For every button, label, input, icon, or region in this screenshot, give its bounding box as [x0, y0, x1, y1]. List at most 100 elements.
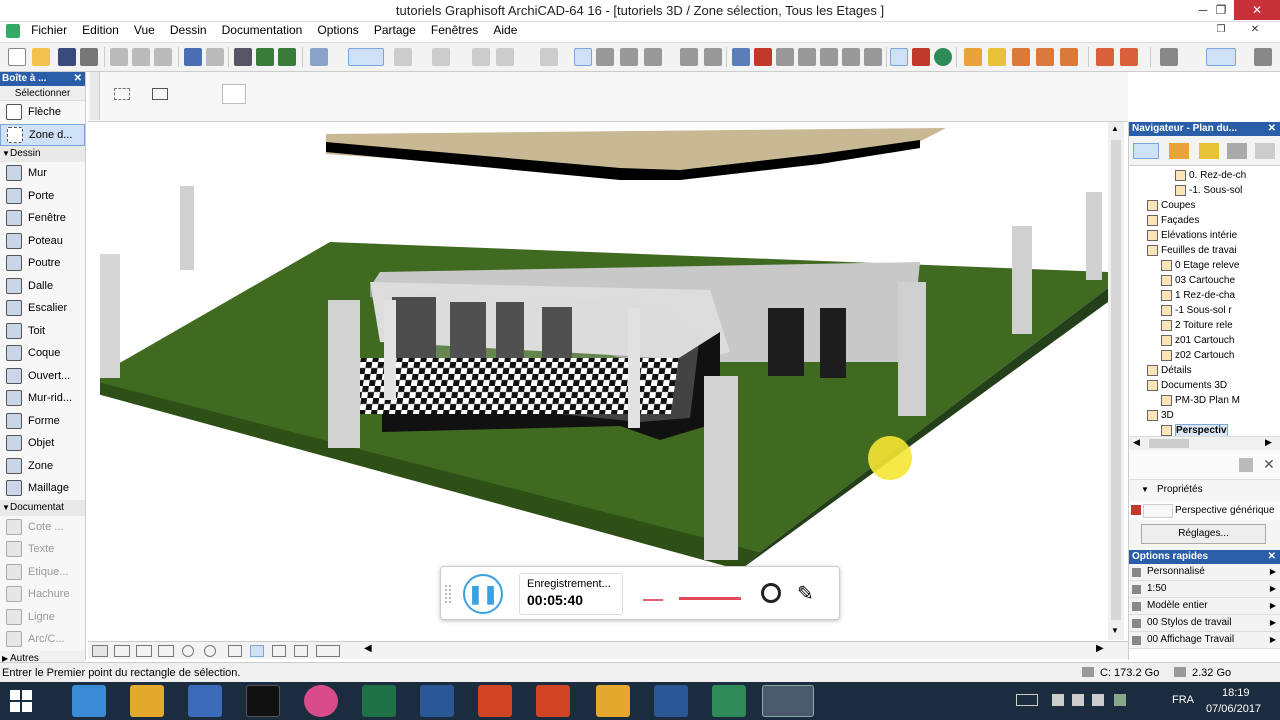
- selection-mode-icon[interactable]: [574, 48, 592, 66]
- section-documentation[interactable]: ▼ Documentat: [0, 499, 85, 516]
- tool-morph[interactable]: Forme: [0, 410, 85, 433]
- language-indicator[interactable]: FRA: [1172, 694, 1194, 706]
- project-map-tab-icon[interactable]: [1133, 143, 1159, 159]
- menu-partage[interactable]: Partage: [368, 22, 422, 38]
- media-icon[interactable]: [654, 685, 688, 717]
- keyboard-icon[interactable]: [1016, 694, 1038, 706]
- folder-icon[interactable]: [596, 685, 630, 717]
- quick-option-row[interactable]: 00 Affichage Travail ▶: [1129, 632, 1280, 649]
- publisher-icon[interactable]: [1096, 48, 1114, 66]
- paint-icon[interactable]: [304, 685, 338, 717]
- tool-stair[interactable]: Escalier: [0, 297, 85, 320]
- ungroup-icon[interactable]: [496, 48, 514, 66]
- nav-tree-item[interactable]: Perspectiv: [1129, 423, 1280, 436]
- scroll-up-icon[interactable]: ▲: [1111, 124, 1119, 133]
- marquee-options-button[interactable]: [222, 84, 246, 104]
- 3d-viewport[interactable]: [100, 122, 1108, 640]
- tool-wall[interactable]: Mur: [0, 162, 85, 185]
- tool-zone[interactable]: Zone: [0, 455, 85, 478]
- zoom-out-icon[interactable]: [204, 645, 216, 657]
- intersect-icon[interactable]: [620, 48, 638, 66]
- find-select-icon[interactable]: [234, 48, 252, 66]
- scroll-right-icon[interactable]: ▶: [1096, 643, 1104, 654]
- close-icon[interactable]: ✕: [1268, 550, 1276, 564]
- properties-header[interactable]: ▼ Propriétés: [1129, 480, 1280, 502]
- paste-icon[interactable]: [154, 48, 172, 66]
- tool-shell[interactable]: Coque: [0, 342, 85, 365]
- pause-button[interactable]: ❚❚: [463, 574, 503, 614]
- pens-icon[interactable]: [1060, 48, 1078, 66]
- tool-object[interactable]: Objet: [0, 432, 85, 455]
- new-view-icon[interactable]: [1239, 458, 1253, 472]
- scroll-left-icon[interactable]: ◀: [1133, 437, 1140, 448]
- organizer-tab-icon[interactable]: [1255, 143, 1275, 159]
- archicad-task-icon[interactable]: [762, 685, 814, 717]
- mirror-icon[interactable]: [704, 48, 722, 66]
- print-icon[interactable]: [80, 48, 98, 66]
- tool-curtain-wall[interactable]: Mur-rid...: [0, 387, 85, 410]
- nav-tree-item[interactable]: 0 Etage releve: [1129, 258, 1280, 273]
- menu-fichier[interactable]: Fichier: [25, 22, 73, 38]
- stretch-icon[interactable]: [732, 48, 750, 66]
- settings-button[interactable]: Réglages...: [1141, 524, 1266, 544]
- tool-dimension[interactable]: Cote ...: [0, 516, 85, 539]
- explore-icon[interactable]: [272, 645, 286, 657]
- render-icon[interactable]: [912, 48, 930, 66]
- access-icon[interactable]: [536, 685, 570, 717]
- group-icon[interactable]: [472, 48, 490, 66]
- powerpoint-icon[interactable]: [478, 685, 512, 717]
- scroll-thumb[interactable]: [1149, 439, 1189, 448]
- archicad-icon[interactable]: [6, 24, 20, 38]
- copy-icon[interactable]: [132, 48, 150, 66]
- excel-icon[interactable]: [362, 685, 396, 717]
- ie-icon[interactable]: [72, 685, 106, 717]
- sketchup-icon[interactable]: [712, 685, 746, 717]
- nav-tree-item[interactable]: 0. Rez-de-ch: [1129, 168, 1280, 183]
- scroll-thumb[interactable]: [1111, 140, 1121, 620]
- nav-tree-item[interactable]: z01 Cartouch: [1129, 333, 1280, 348]
- guide-lines-icon[interactable]: [348, 48, 384, 66]
- quick-option-row[interactable]: 00 Stylos de travail ▶: [1129, 615, 1280, 632]
- settings-icon[interactable]: [1254, 48, 1272, 66]
- tool-arc[interactable]: Arc/C...: [0, 628, 85, 651]
- delete-icon[interactable]: ✕: [1263, 456, 1275, 473]
- marquee-multi-icon[interactable]: [152, 88, 168, 100]
- menu-vue[interactable]: Vue: [128, 22, 161, 38]
- view-id-field[interactable]: [1143, 504, 1173, 518]
- nav-tree-item[interactable]: 1 Rez-de-cha: [1129, 288, 1280, 303]
- menu-edition[interactable]: Edition: [76, 22, 125, 38]
- open-folder-icon[interactable]: [32, 48, 50, 66]
- tool-window[interactable]: Fenêtre: [0, 207, 85, 230]
- clock-date[interactable]: 07/06/2017: [1206, 703, 1261, 715]
- menu-options[interactable]: Options: [311, 22, 364, 38]
- tool-roof[interactable]: Toit: [0, 320, 85, 343]
- distribute-icon[interactable]: [432, 48, 450, 66]
- drag-icon[interactable]: [644, 48, 662, 66]
- nav-tree-item[interactable]: Elévations intérie: [1129, 228, 1280, 243]
- maximize-button[interactable]: ❐: [1206, 0, 1236, 20]
- word-icon[interactable]: [420, 685, 454, 717]
- menu-fenetres[interactable]: Fenêtres: [425, 22, 484, 38]
- attributes-icon[interactable]: [1012, 48, 1030, 66]
- tool-label[interactable]: Etique...: [0, 561, 85, 584]
- explorer-icon[interactable]: [130, 685, 164, 717]
- nav-tree-item[interactable]: 3D: [1129, 408, 1280, 423]
- view-map-tab-icon[interactable]: [1169, 143, 1189, 159]
- info-box-handle[interactable]: [90, 72, 100, 120]
- webcam-icon[interactable]: [761, 583, 781, 603]
- rotate-icon[interactable]: [680, 48, 698, 66]
- battery-icon[interactable]: [1072, 694, 1084, 706]
- undo-icon[interactable]: [184, 48, 202, 66]
- nav-tree-item[interactable]: 2 Toiture rele: [1129, 318, 1280, 333]
- toolbox-title[interactable]: Boîte à ... ✕: [0, 72, 85, 86]
- orbit-icon[interactable]: [250, 645, 264, 657]
- redo-icon[interactable]: [206, 48, 224, 66]
- calculator-icon[interactable]: [188, 685, 222, 717]
- volume-slider[interactable]: [679, 597, 741, 600]
- favorites-icon[interactable]: [988, 48, 1006, 66]
- network-icon[interactable]: [1052, 694, 1064, 706]
- quick-option-row[interactable]: 1:50 ▶: [1129, 581, 1280, 598]
- clock-time[interactable]: 18:19: [1222, 687, 1250, 699]
- resize-icon[interactable]: [842, 48, 860, 66]
- nav-tree-item[interactable]: Coupes: [1129, 198, 1280, 213]
